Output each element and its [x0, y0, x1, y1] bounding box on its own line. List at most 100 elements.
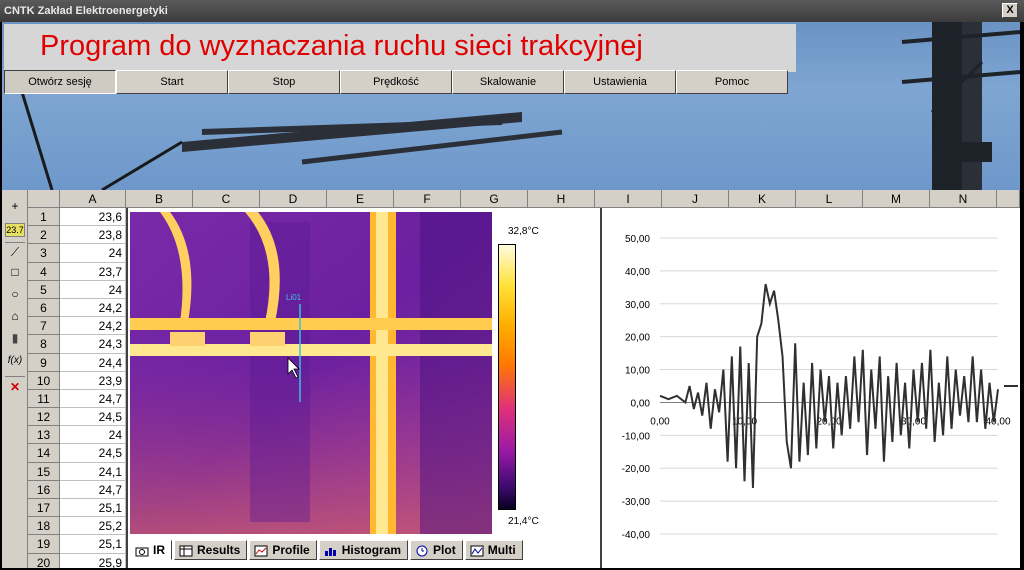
table-icon: [179, 544, 193, 557]
scale-max-label: 32,8°C: [508, 226, 539, 237]
color-scale-bar: [498, 244, 516, 510]
table-cell[interactable]: 25,1: [60, 535, 126, 554]
polygon-icon[interactable]: ⌂: [5, 306, 25, 326]
table-cell[interactable]: 24,1: [60, 462, 126, 481]
line-label: Li01: [286, 293, 302, 302]
row-header[interactable]: 12: [28, 408, 60, 427]
table-cell[interactable]: 23,8: [60, 226, 126, 245]
row-header[interactable]: 3: [28, 244, 60, 263]
speed-button[interactable]: Prędkość: [340, 70, 452, 94]
help-button[interactable]: Pomoc: [676, 70, 788, 94]
y-tick-label: 0,00: [631, 398, 651, 409]
column-header[interactable]: N: [930, 190, 997, 208]
tab-plot[interactable]: Plot: [410, 540, 463, 560]
row-header[interactable]: 4: [28, 262, 60, 281]
column-header[interactable]: H: [528, 190, 595, 208]
app-title: Program do wyznaczania ruchu sieci trakc…: [40, 30, 643, 62]
table-cell[interactable]: 24,7: [60, 389, 126, 409]
tab-histogram[interactable]: Histogram: [318, 540, 409, 560]
table-cell[interactable]: 23,9: [60, 371, 126, 390]
column-header[interactable]: I: [595, 190, 662, 208]
row-header[interactable]: 15: [28, 462, 60, 481]
y-tick-label: -40,00: [622, 530, 651, 541]
column-header[interactable]: F: [394, 190, 461, 208]
settings-button[interactable]: Ustawienia: [564, 70, 676, 94]
probe-icon[interactable]: ▮: [5, 328, 25, 348]
start-button[interactable]: Start: [116, 70, 228, 94]
row-header[interactable]: 7: [28, 317, 60, 336]
column-header[interactable]: E: [327, 190, 394, 208]
row-header[interactable]: 20: [28, 553, 60, 568]
scaling-button[interactable]: Skalowanie: [452, 70, 564, 94]
column-header[interactable]: D: [260, 190, 327, 208]
temperature-icon[interactable]: 23.7: [5, 223, 25, 237]
column-header[interactable]: M: [863, 190, 930, 208]
table-cell[interactable]: 24: [60, 280, 126, 299]
table-cell[interactable]: 25,9: [60, 553, 126, 568]
y-tick-label: 30,00: [625, 300, 650, 311]
row-header[interactable]: 10: [28, 371, 60, 390]
profile-icon: [254, 544, 268, 557]
close-button[interactable]: X: [1002, 3, 1018, 18]
row-header[interactable]: 8: [28, 335, 60, 354]
tab-results[interactable]: Results: [174, 540, 248, 560]
line-icon[interactable]: ⟋: [5, 242, 25, 262]
thermal-image[interactable]: Li01: [130, 212, 492, 534]
table-cell[interactable]: 23,6: [60, 208, 126, 227]
column-header[interactable]: J: [662, 190, 729, 208]
row-header[interactable]: 5: [28, 280, 60, 299]
column-header-empty[interactable]: [997, 190, 1020, 208]
table-cell[interactable]: 25,1: [60, 499, 126, 518]
table-cell[interactable]: 24,2: [60, 317, 126, 336]
tab-plot-label: Plot: [433, 543, 456, 557]
row-header[interactable]: 6: [28, 298, 60, 318]
row-header[interactable]: 9: [28, 353, 60, 372]
table-cell[interactable]: 24,5: [60, 408, 126, 427]
tab-histogram-label: Histogram: [341, 543, 402, 557]
function-icon[interactable]: f(x): [5, 350, 25, 370]
tab-profile[interactable]: Profile: [249, 540, 317, 560]
row-header[interactable]: 16: [28, 480, 60, 499]
column-header[interactable]: C: [193, 190, 260, 208]
row-header[interactable]: 18: [28, 517, 60, 536]
corner-cell: [28, 190, 60, 208]
stop-button[interactable]: Stop: [228, 70, 340, 94]
table-cell[interactable]: 24,4: [60, 353, 126, 372]
row-header[interactable]: 1: [28, 208, 60, 227]
table-cell[interactable]: 23,7: [60, 262, 126, 281]
open-session-button[interactable]: Otwórz sesję: [4, 70, 116, 94]
row-header[interactable]: 14: [28, 444, 60, 463]
tab-multi[interactable]: Multi: [464, 540, 523, 560]
row-header[interactable]: 11: [28, 389, 60, 409]
column-header[interactable]: G: [461, 190, 528, 208]
row-header[interactable]: 13: [28, 426, 60, 445]
row-header[interactable]: 17: [28, 499, 60, 518]
banner-photo: Program do wyznaczania ruchu sieci trakc…: [2, 22, 1020, 190]
delete-icon[interactable]: ✕: [5, 376, 25, 396]
column-header[interactable]: B: [126, 190, 193, 208]
table-cell[interactable]: 25,2: [60, 517, 126, 536]
table-cell[interactable]: 24,7: [60, 480, 126, 499]
x-tick-label: 30,00: [901, 416, 926, 427]
histogram-icon: [324, 544, 338, 556]
table-cell[interactable]: 24,2: [60, 298, 126, 318]
column-header[interactable]: L: [796, 190, 863, 208]
y-tick-label: -30,00: [622, 497, 651, 508]
x-tick-label: 10,00: [732, 416, 757, 427]
row-header[interactable]: 19: [28, 535, 60, 554]
column-header[interactable]: A: [60, 190, 126, 208]
tab-ir[interactable]: IR: [130, 540, 172, 560]
row-header[interactable]: 2: [28, 226, 60, 245]
rectangle-icon[interactable]: □: [5, 262, 25, 282]
plus-icon[interactable]: +: [5, 196, 25, 216]
column-header[interactable]: K: [729, 190, 796, 208]
table-cell[interactable]: 24,3: [60, 335, 126, 354]
line-chart: 50,00 40,00 30,00 20,00 10,00 0,00 -10,00 -20,0…: [622, 234, 1018, 541]
tab-profile-label: Profile: [272, 543, 310, 557]
ellipse-icon[interactable]: ○: [5, 284, 25, 304]
table-cell[interactable]: 24: [60, 244, 126, 263]
table-cell[interactable]: 24: [60, 426, 126, 445]
series-line: [659, 283, 999, 488]
x-tick-label: 20,00: [816, 416, 841, 427]
table-cell[interactable]: 24,5: [60, 444, 126, 463]
